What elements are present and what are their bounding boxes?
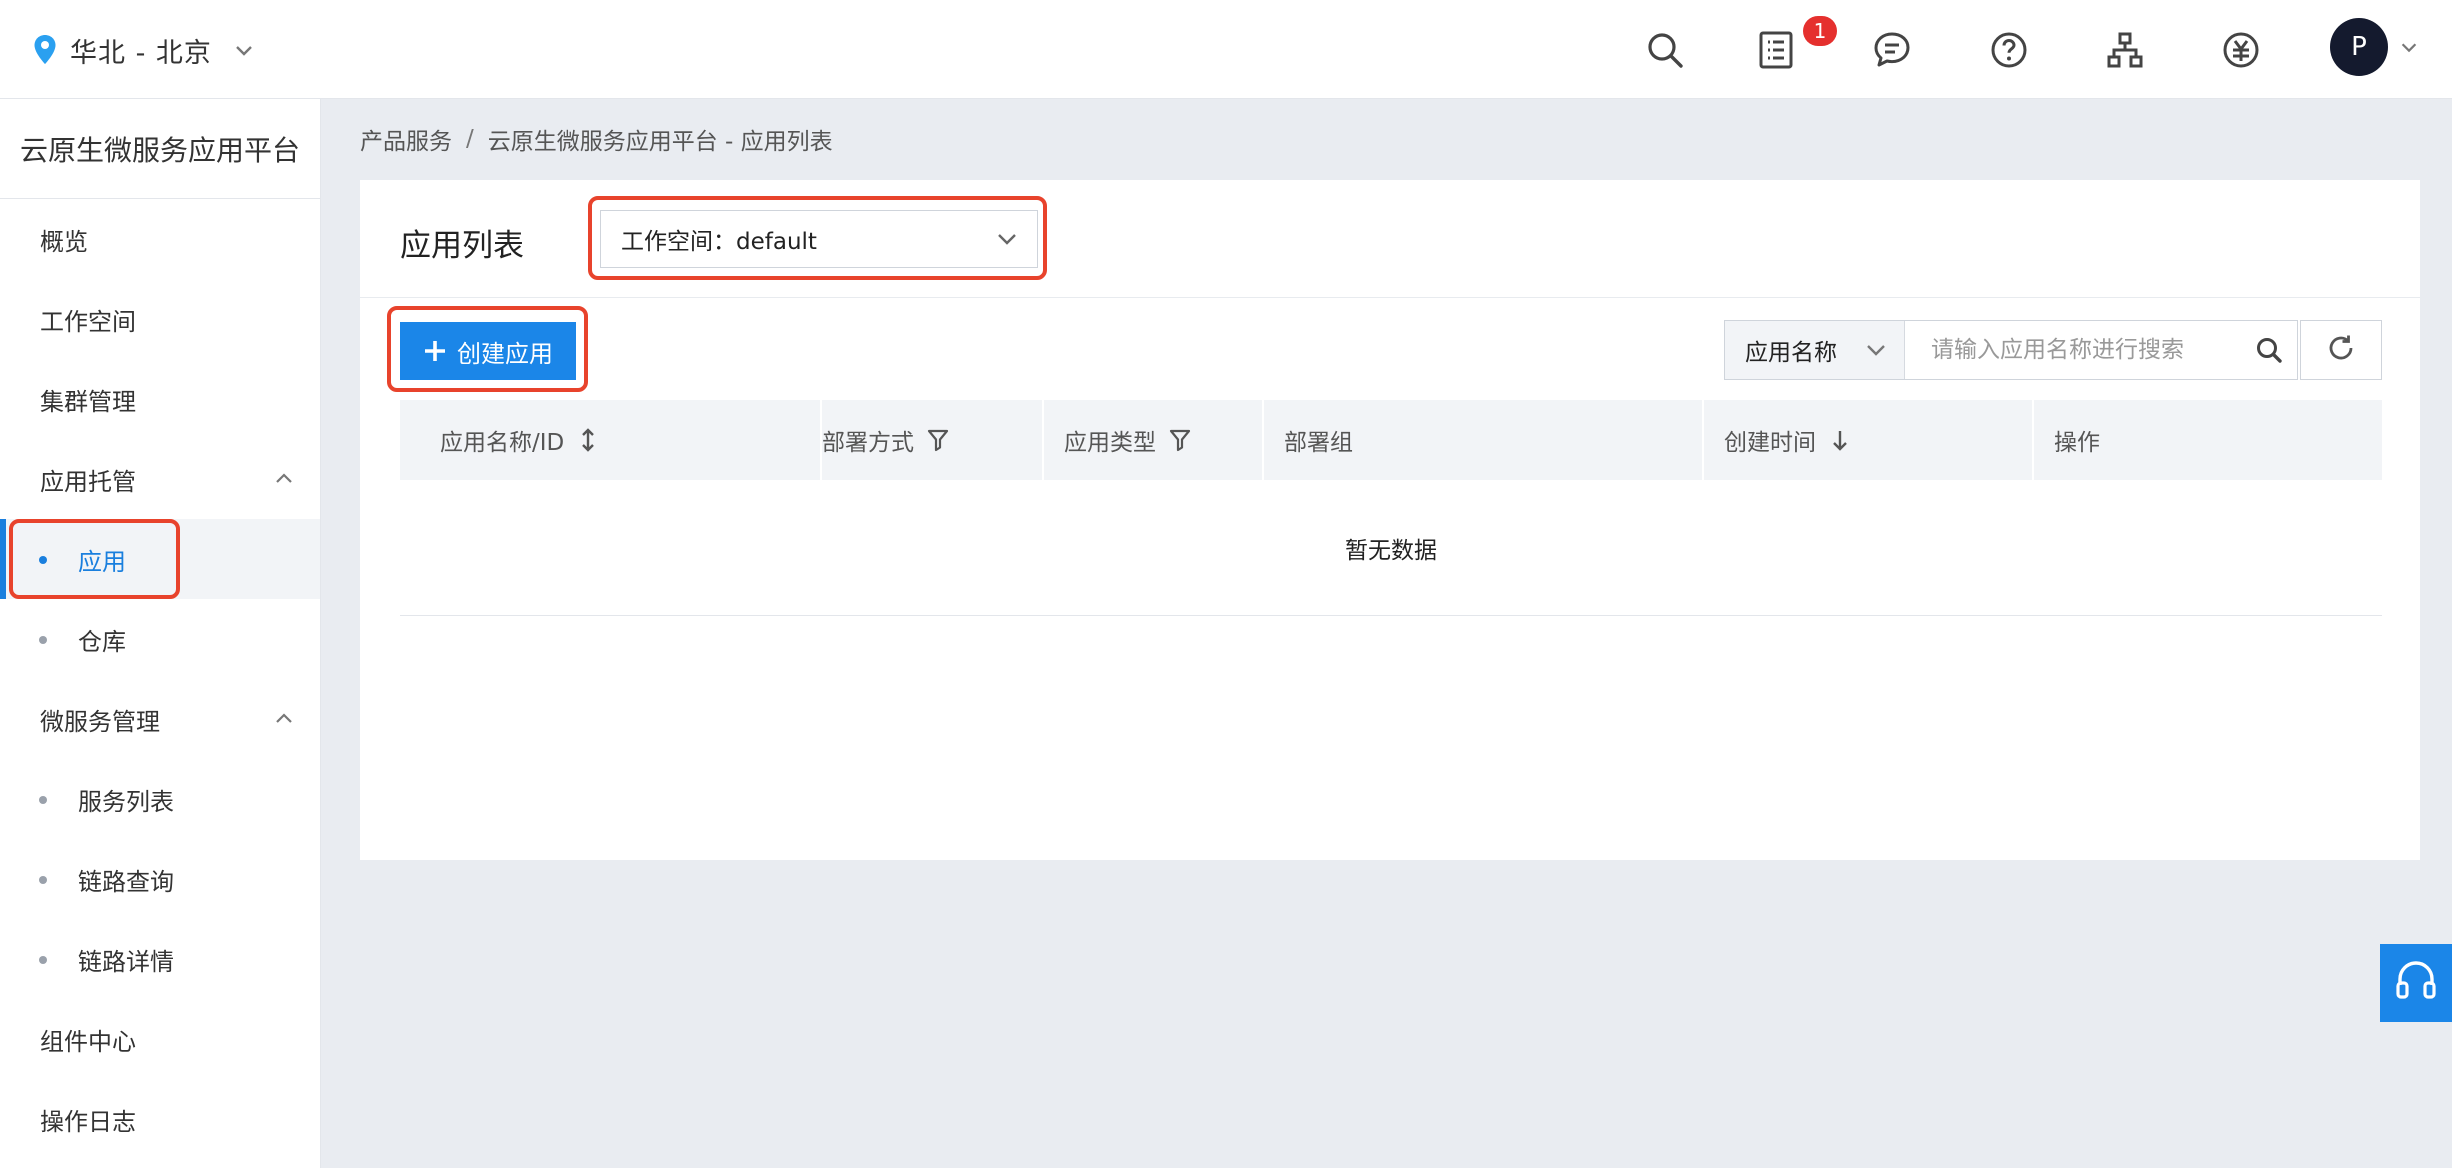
sidebar-item-logs[interactable]: 操作日志	[0, 1079, 320, 1159]
organization-icon[interactable]	[2097, 22, 2153, 78]
sidebar-item-app-hosting[interactable]: 应用托管	[0, 439, 320, 519]
sidebar-item-repo[interactable]: 仓库	[0, 599, 320, 679]
filter-icon[interactable]	[926, 428, 950, 452]
notification-badge: 1	[1803, 16, 1837, 46]
create-app-label: 创建应用	[457, 339, 553, 368]
breadcrumb-root[interactable]: 产品服务	[360, 122, 452, 156]
sidebar-item-workspace[interactable]: 工作空间	[0, 279, 320, 359]
refresh-button[interactable]	[2300, 320, 2382, 380]
sidebar-item-trace-detail[interactable]: 链路详情	[0, 919, 320, 999]
filter-icon[interactable]	[1168, 428, 1192, 452]
sidebar-item-microservice[interactable]: 微服务管理	[0, 679, 320, 759]
sidebar-item-label: 操作日志	[40, 1107, 136, 1136]
bullet-dot	[39, 876, 47, 884]
app-table: 应用名称/ID 部署方式 应用类型 部署组 创建时间 操作 暂无数据	[400, 400, 2382, 616]
top-bar: 华北 - 北京 1 P	[0, 0, 2452, 99]
empty-state: 暂无数据	[400, 480, 2382, 616]
sidebar-item-label: 组件中心	[40, 1027, 136, 1056]
column-header-ops: 操作	[2032, 400, 2382, 480]
sidebar-item-label: 工作空间	[40, 307, 136, 336]
column-label: 部署方式	[822, 430, 914, 456]
sort-down-icon[interactable]	[1828, 428, 1852, 452]
sidebar-item-label: 链路查询	[78, 867, 174, 896]
page-title: 应用列表	[400, 228, 524, 264]
region-label: 华北 - 北京	[70, 37, 212, 69]
column-label: 部署组	[1284, 430, 1353, 456]
sidebar-item-cluster[interactable]: 集群管理	[0, 359, 320, 439]
sidebar: 云原生微服务应用平台 概览 工作空间 集群管理 应用托管 应用 仓库 微服务管理…	[0, 99, 321, 1168]
column-header-type: 应用类型	[1042, 400, 1262, 480]
bullet-dot	[39, 636, 47, 644]
search-input[interactable]	[1905, 321, 2241, 379]
sidebar-item-label: 链路详情	[78, 947, 174, 976]
app-list-panel: 应用列表 工作空间：default 创建应用 应用名称 应用名称/ID 部署方式	[360, 180, 2420, 860]
column-label: 操作	[2054, 430, 2100, 456]
search-bar: 应用名称	[1724, 320, 2298, 380]
sidebar-item-service-list[interactable]: 服务列表	[0, 759, 320, 839]
sidebar-item-label: 应用托管	[40, 467, 136, 496]
sidebar-item-overview[interactable]: 概览	[0, 199, 320, 279]
bullet-dot	[39, 796, 47, 804]
refresh-icon	[2325, 332, 2357, 368]
column-header-created: 创建时间	[1702, 400, 2032, 480]
sort-icon[interactable]	[576, 428, 600, 452]
column-header-name: 应用名称/ID	[400, 400, 820, 480]
help-icon[interactable]	[1981, 22, 2037, 78]
sidebar-title: 云原生微服务应用平台	[0, 99, 320, 199]
sidebar-item-label: 概览	[40, 227, 88, 256]
message-icon[interactable]	[1864, 22, 1920, 78]
column-label: 应用名称/ID	[440, 430, 565, 456]
chevron-up-icon	[272, 707, 296, 731]
breadcrumb: 产品服务 / 云原生微服务应用平台 - 应用列表	[360, 122, 833, 156]
sidebar-item-components[interactable]: 组件中心	[0, 999, 320, 1079]
search-icon[interactable]	[1637, 22, 1693, 78]
sidebar-item-app[interactable]: 应用	[0, 519, 320, 599]
sidebar-item-label: 服务列表	[78, 787, 174, 816]
sidebar-item-label: 微服务管理	[40, 707, 160, 736]
region-selector[interactable]: 华北 - 北京	[30, 28, 256, 72]
column-header-deploy: 部署方式	[820, 400, 1042, 480]
avatar[interactable]: P	[2330, 18, 2388, 76]
breadcrumb-current: 云原生微服务应用平台 - 应用列表	[487, 129, 833, 155]
chevron-down-icon	[232, 38, 256, 62]
table-header: 应用名称/ID 部署方式 应用类型 部署组 创建时间 操作	[400, 400, 2382, 480]
workspace-select-value: 工作空间：default	[621, 229, 817, 255]
sidebar-item-label: 仓库	[78, 627, 126, 656]
plus-icon	[423, 339, 447, 363]
bullet-dot	[39, 556, 47, 564]
search-type-value: 应用名称	[1745, 340, 1837, 366]
chevron-down-icon[interactable]	[2398, 36, 2420, 58]
chevron-down-icon	[995, 227, 1019, 251]
sidebar-item-trace-query[interactable]: 链路查询	[0, 839, 320, 919]
bullet-dot	[39, 956, 47, 964]
panel-header: 应用列表 工作空间：default	[360, 180, 2420, 298]
search-type-select[interactable]: 应用名称	[1725, 321, 1905, 379]
headset-icon	[2394, 959, 2438, 1007]
empty-text: 暂无数据	[1345, 537, 1437, 564]
workspace-select[interactable]: 工作空间：default	[600, 210, 1038, 268]
create-app-button[interactable]: 创建应用	[400, 322, 576, 380]
orders-icon[interactable]	[1748, 22, 1804, 78]
search-icon[interactable]	[2241, 321, 2297, 379]
column-label: 应用类型	[1064, 430, 1156, 456]
customer-support-button[interactable]	[2380, 944, 2452, 1022]
sidebar-item-label: 集群管理	[40, 387, 136, 416]
billing-icon[interactable]	[2213, 22, 2269, 78]
chevron-up-icon	[272, 467, 296, 491]
chevron-down-icon	[1864, 338, 1888, 362]
location-pin-icon	[30, 30, 60, 70]
sidebar-item-label: 应用	[78, 547, 126, 576]
breadcrumb-separator: /	[466, 126, 474, 152]
avatar-initial: P	[2351, 32, 2367, 62]
column-header-group: 部署组	[1262, 400, 1702, 480]
column-label: 创建时间	[1724, 430, 1816, 456]
